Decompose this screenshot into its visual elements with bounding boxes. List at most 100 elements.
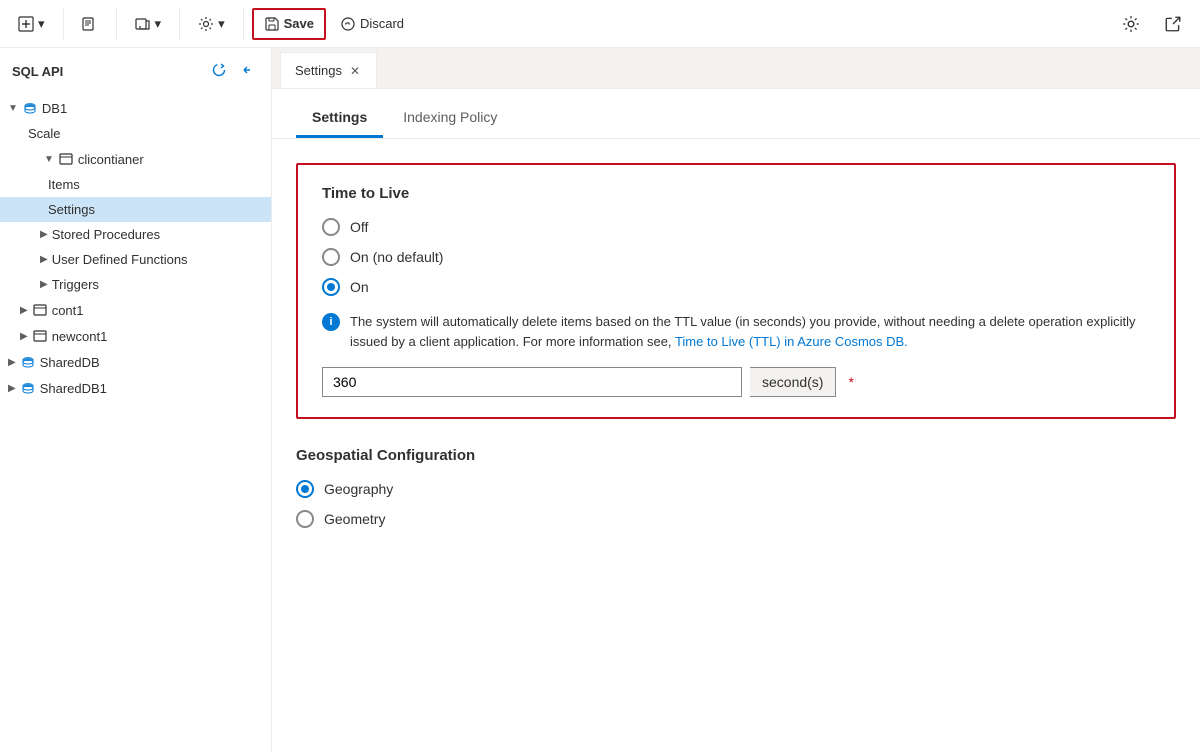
open-container-button[interactable]: ▾ (125, 10, 172, 38)
open-external-icon (1164, 15, 1182, 33)
refresh-button[interactable] (207, 58, 231, 85)
sidebar-item-triggers[interactable]: ▶ Triggers (0, 272, 271, 297)
time-to-live-section: Time to Live Off On (no default) (296, 163, 1176, 419)
newcont1-icon (32, 328, 48, 344)
geo-geography-radio-inner (301, 485, 309, 493)
ttl-on-no-default-radio[interactable] (322, 248, 340, 266)
gear-icon-button[interactable] (1112, 9, 1150, 39)
geo-geography-label: Geography (324, 481, 393, 497)
settings-button[interactable]: ▾ (188, 10, 235, 38)
sidebar-header-actions (207, 58, 259, 85)
settings-tab-close[interactable]: ✕ (348, 64, 362, 78)
stored-procedures-chevron: ▶ (40, 229, 48, 240)
tab-bar: Settings ✕ (272, 48, 1200, 89)
ttl-on-label: On (350, 279, 369, 295)
ttl-on-radio[interactable] (322, 278, 340, 296)
discard-label: Discard (360, 16, 404, 31)
settings-tab[interactable]: Settings ✕ (280, 52, 377, 88)
discard-icon (340, 16, 356, 32)
shareddb1-label: SharedDB1 (40, 381, 107, 396)
items-label: Items (48, 177, 80, 192)
open-external-button[interactable] (1154, 9, 1192, 39)
toolbar: ▾ ▾ ▾ Save (0, 0, 1200, 48)
geo-geometry-radio[interactable] (296, 510, 314, 528)
ttl-off-radio[interactable] (322, 218, 340, 236)
settings-tab-label: Settings (295, 63, 342, 78)
settings-toolbar-icon (198, 16, 214, 32)
cont1-label: cont1 (52, 303, 84, 318)
separator4 (243, 8, 244, 40)
separator3 (179, 8, 180, 40)
tab-settings[interactable]: Settings (296, 101, 383, 138)
sidebar-item-scale[interactable]: Scale (0, 121, 271, 146)
ttl-info-link[interactable]: Time to Live (TTL) in Azure Cosmos DB. (675, 334, 908, 349)
new-resource-button[interactable]: ▾ (8, 10, 55, 38)
db1-chevron: ▼ (8, 103, 18, 114)
content-body: Time to Live Off On (no default) (272, 139, 1200, 568)
ttl-info-text: The system will automatically delete ite… (350, 312, 1150, 351)
cont1-icon (32, 302, 48, 318)
geo-geography-radio[interactable] (296, 480, 314, 498)
cont1-chevron: ▶ (20, 305, 28, 316)
tab-indexing-policy[interactable]: Indexing Policy (387, 101, 513, 138)
geo-title: Geospatial Configuration (296, 447, 1176, 464)
new-resource-icon (18, 16, 34, 32)
scale-label: Scale (28, 126, 61, 141)
triggers-label: Triggers (52, 277, 99, 292)
open-query-icon (82, 16, 98, 32)
shareddb1-chevron: ▶ (8, 383, 16, 394)
collapse-button[interactable] (235, 58, 259, 85)
sidebar-item-shareddb1[interactable]: ▶ SharedDB1 (0, 375, 271, 401)
ttl-option-off[interactable]: Off (322, 218, 1150, 236)
toolbar-right (1112, 9, 1192, 39)
settings-chevron: ▾ (218, 16, 225, 32)
open-query-button[interactable] (72, 10, 108, 38)
separator2 (116, 8, 117, 40)
discard-button[interactable]: Discard (330, 10, 414, 38)
geospatial-section: Geospatial Configuration Geography Geome… (296, 447, 1176, 528)
ttl-option-on[interactable]: On (322, 278, 1150, 296)
info-icon: i (322, 313, 340, 331)
sidebar-item-shareddb[interactable]: ▶ SharedDB (0, 349, 271, 375)
sidebar-item-udf[interactable]: ▶ User Defined Functions (0, 247, 271, 272)
save-button[interactable]: Save (252, 8, 326, 40)
gear-icon (1122, 15, 1140, 33)
shareddb1-icon (20, 380, 36, 396)
db1-label: DB1 (42, 101, 67, 116)
save-label: Save (284, 16, 314, 31)
ttl-option-on-no-default[interactable]: On (no default) (322, 248, 1150, 266)
geo-option-geometry[interactable]: Geometry (296, 510, 1176, 528)
shareddb-label: SharedDB (40, 355, 100, 370)
ttl-title: Time to Live (322, 185, 1150, 202)
ttl-suffix: second(s) (750, 367, 836, 397)
geo-option-geography[interactable]: Geography (296, 480, 1176, 498)
triggers-chevron: ▶ (40, 279, 48, 290)
save-icon (264, 16, 280, 32)
sidebar: SQL API ▼ (0, 48, 272, 752)
ttl-required-star: * (848, 374, 853, 390)
app-layout: SQL API ▼ (0, 48, 1200, 752)
udf-chevron: ▶ (40, 254, 48, 265)
tab-settings-label: Settings (312, 109, 367, 125)
udf-label: User Defined Functions (52, 252, 188, 267)
content-tabs: Settings Indexing Policy (272, 89, 1200, 139)
sidebar-item-cont1[interactable]: ▶ cont1 (0, 297, 271, 323)
settings-label: Settings (48, 202, 95, 217)
sidebar-item-items[interactable]: Items (0, 172, 271, 197)
open-container-icon (135, 16, 151, 32)
clicontianer-label: clicontianer (78, 152, 144, 167)
shareddb-chevron: ▶ (8, 357, 16, 368)
sidebar-item-newcont1[interactable]: ▶ newcont1 (0, 323, 271, 349)
main-content: Settings ✕ Settings Indexing Policy Time… (272, 48, 1200, 752)
tab-indexing-policy-label: Indexing Policy (403, 109, 497, 125)
sidebar-item-settings[interactable]: Settings (0, 197, 271, 222)
sidebar-item-stored-procedures[interactable]: ▶ Stored Procedures (0, 222, 271, 247)
shareddb-icon (20, 354, 36, 370)
sidebar-item-db1[interactable]: ▼ DB1 (0, 95, 271, 121)
ttl-input[interactable] (322, 367, 742, 397)
sidebar-item-clicontianer[interactable]: ▼ clicontianer (0, 146, 271, 172)
open-container-chevron: ▾ (155, 16, 162, 32)
newcont1-label: newcont1 (52, 329, 108, 344)
ttl-info-link-label: Time to Live (TTL) in Azure Cosmos DB. (675, 334, 908, 349)
ttl-info-box: i The system will automatically delete i… (322, 312, 1150, 351)
